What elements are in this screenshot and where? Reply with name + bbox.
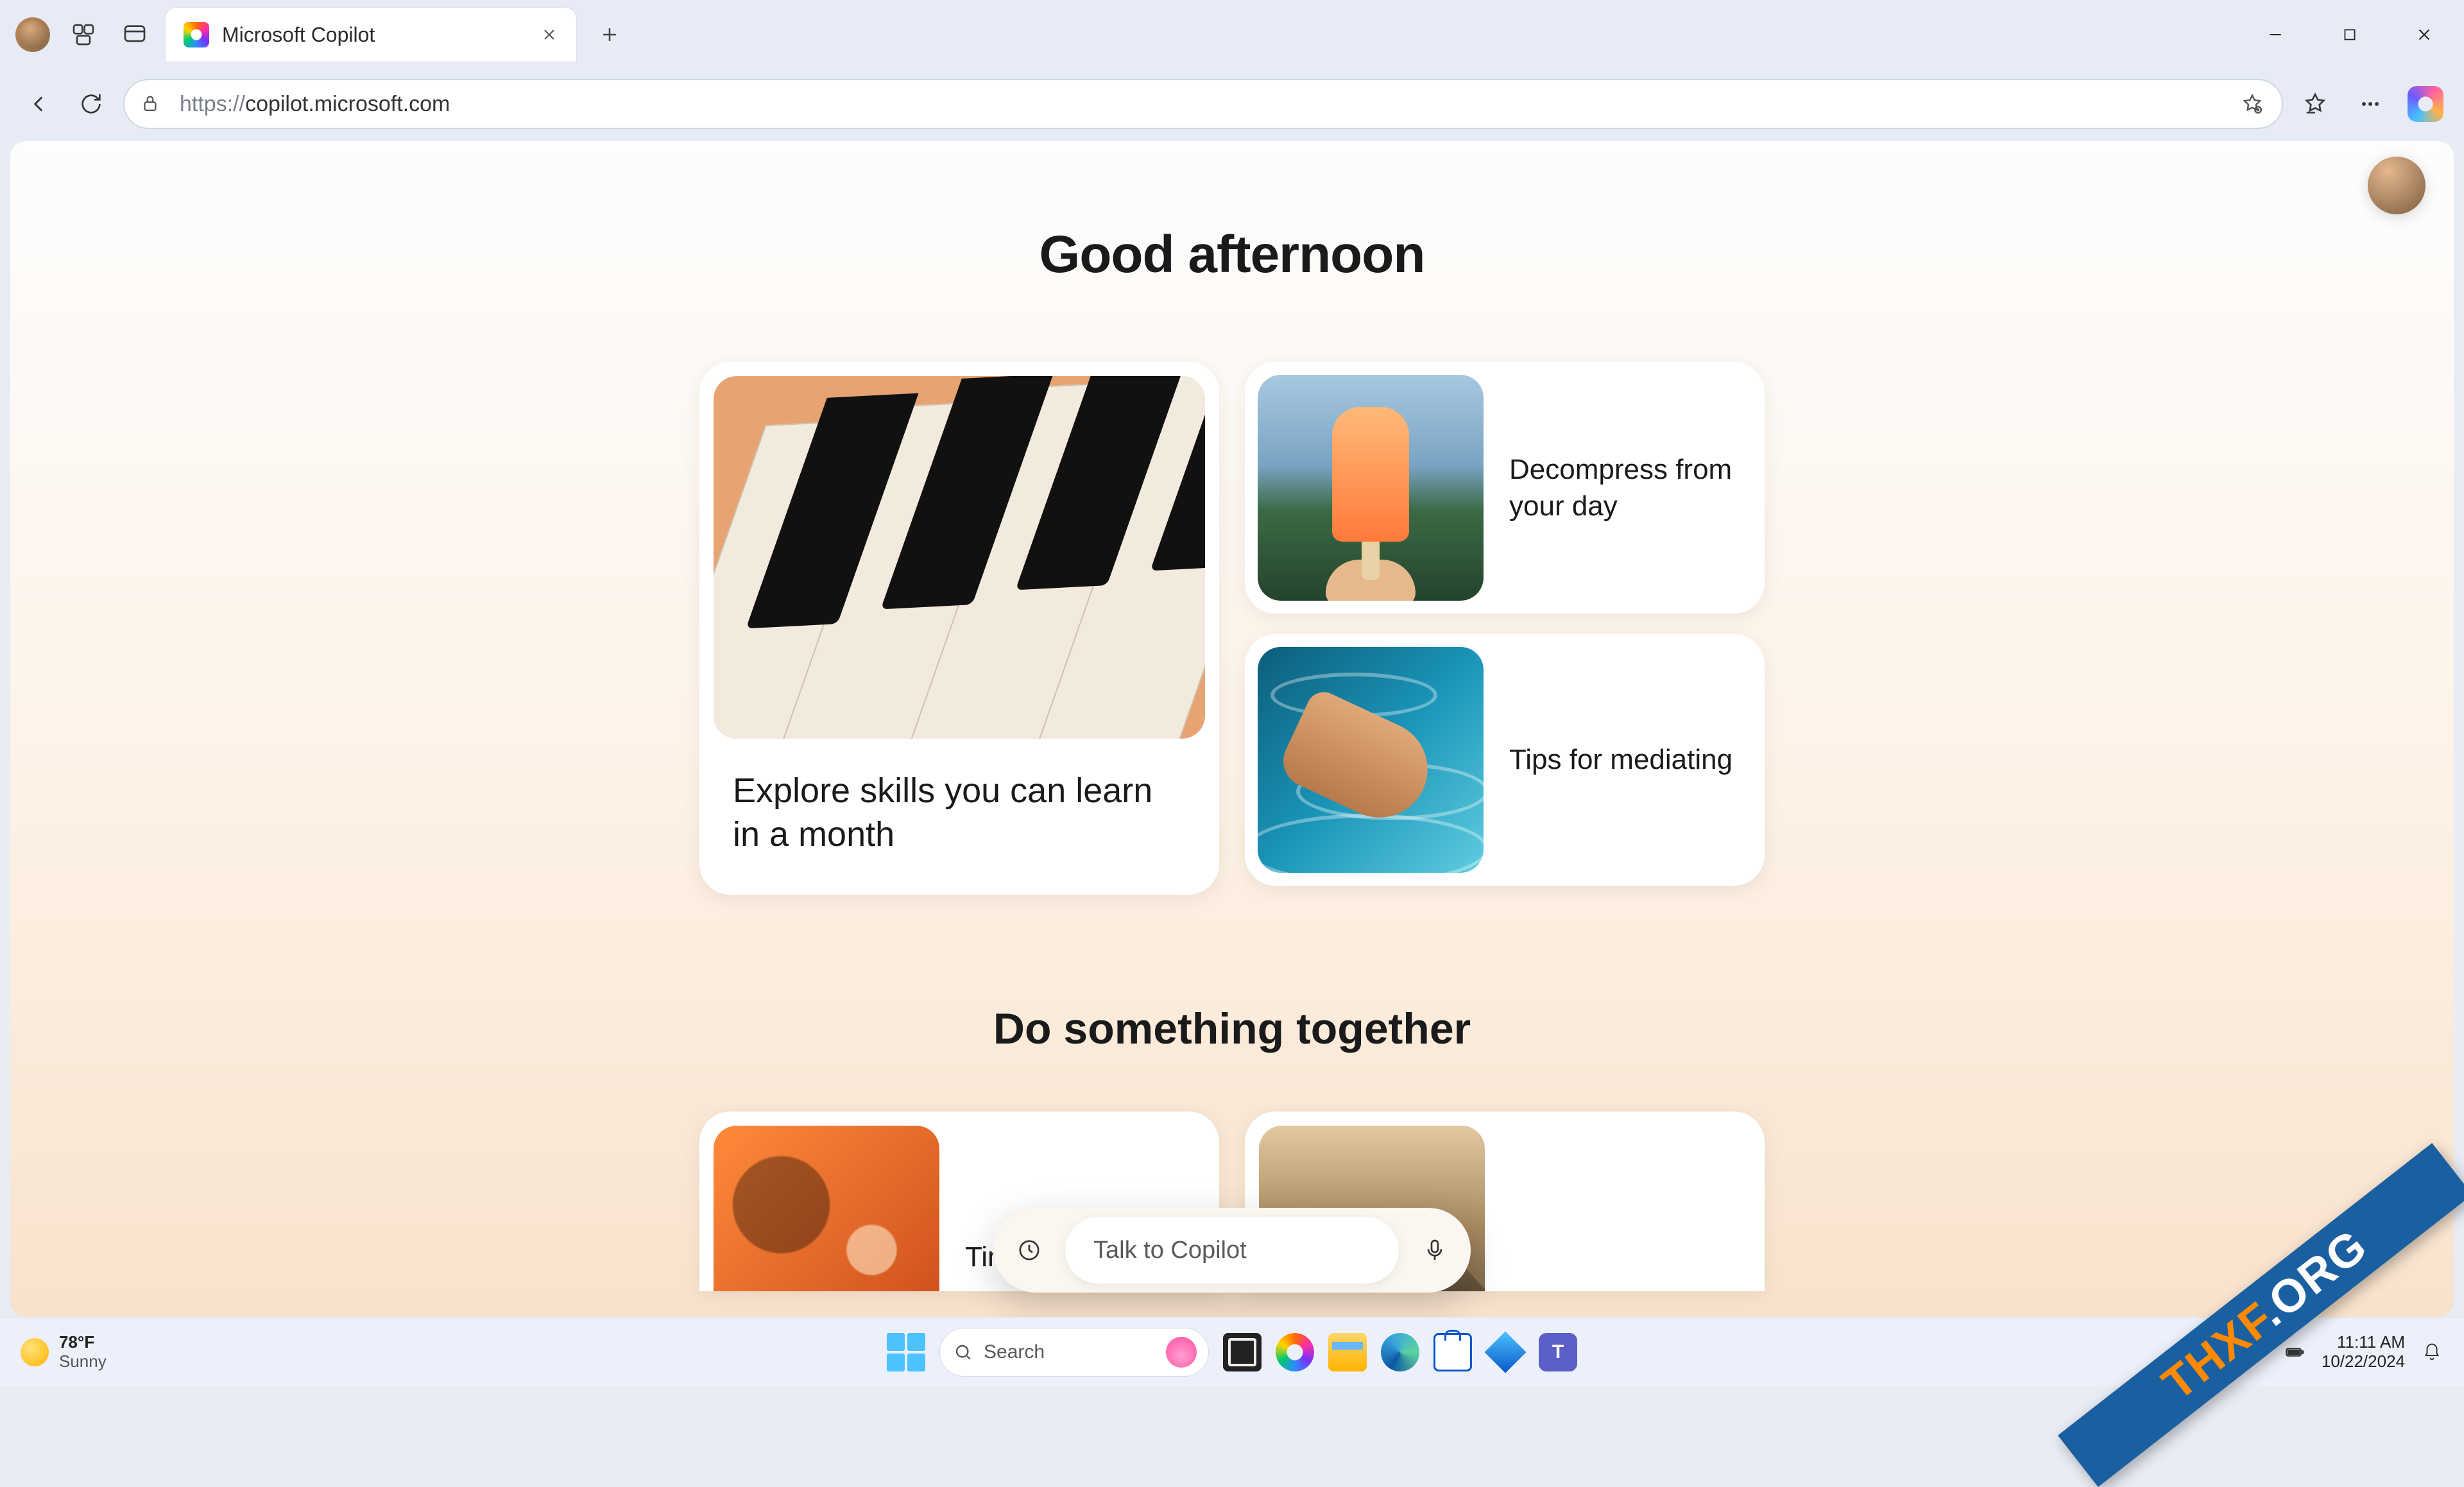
weather-widget[interactable]: 78°F Sunny	[0, 1333, 107, 1371]
chat-bar: Talk to Copilot	[993, 1208, 1471, 1293]
browser-chrome: Microsoft Copilot	[0, 0, 2464, 139]
greeting-heading: Good afternoon	[10, 225, 2454, 285]
chat-mic-button[interactable]	[1410, 1226, 1459, 1275]
card-learn-skills-text: Explore skills you can learn in a month	[714, 739, 1205, 881]
taskbar-center: Search	[887, 1328, 1577, 1377]
copilot-icon	[2408, 86, 2443, 122]
profile-avatar-button[interactable]	[15, 17, 50, 52]
taskbar-store-button[interactable]	[1433, 1333, 1472, 1371]
url-text: https://copilot.microsoft.com	[180, 92, 2223, 117]
card-mediating-text: Tips for mediating	[1509, 741, 1733, 778]
tab-close-button[interactable]	[538, 23, 561, 46]
search-highlight-icon	[1166, 1337, 1197, 1368]
copilot-sidebar-button[interactable]	[2405, 83, 2446, 125]
tray-date-text: 10/22/2024	[2322, 1352, 2405, 1371]
account-avatar-button[interactable]	[2368, 157, 2426, 214]
weather-temp: 78°F	[59, 1333, 107, 1352]
window-minimize-button[interactable]	[2243, 15, 2307, 54]
chat-input[interactable]: Talk to Copilot	[1065, 1217, 1399, 1284]
toolbar: https://copilot.microsoft.com	[0, 69, 2464, 139]
taskbar: 78°F Sunny Search	[0, 1317, 2464, 1386]
site-info-button[interactable]	[133, 87, 167, 121]
chat-input-placeholder: Talk to Copilot	[1093, 1237, 1247, 1264]
window-close-button[interactable]	[2392, 15, 2456, 54]
tray-battery-icon[interactable]	[2280, 1338, 2309, 1366]
tray-time-text: 11:11 AM	[2337, 1333, 2405, 1352]
workspaces-button[interactable]	[65, 17, 101, 53]
titlebar: Microsoft Copilot	[0, 0, 2464, 69]
taskbar-edge-button[interactable]	[1381, 1333, 1419, 1371]
section-together-heading: Do something together	[10, 1004, 2454, 1054]
address-bar[interactable]: https://copilot.microsoft.com	[123, 79, 2283, 129]
settings-more-button[interactable]	[2350, 83, 2391, 125]
tab-active[interactable]: Microsoft Copilot	[166, 8, 576, 62]
copilot-favicon-icon	[184, 22, 209, 47]
titlebar-left	[8, 17, 153, 53]
taskbar-teams-button[interactable]	[1539, 1333, 1577, 1371]
window-controls	[2243, 15, 2456, 54]
card-image-piano	[714, 376, 1205, 739]
search-icon	[953, 1342, 973, 1362]
toolbar-right	[2295, 83, 2446, 125]
nav-refresh-button[interactable]	[71, 83, 112, 125]
window-maximize-button[interactable]	[2318, 15, 2382, 54]
taskbar-search[interactable]: Search	[939, 1328, 1209, 1377]
collections-button[interactable]	[2236, 87, 2269, 121]
card-mediating[interactable]: Tips for mediating	[1245, 634, 1765, 886]
card-image-athlete	[714, 1126, 939, 1291]
card-image-water-hand	[1258, 647, 1484, 873]
url-host: copilot.microsoft.com	[245, 92, 450, 116]
card-image-popsicle	[1258, 375, 1484, 601]
start-button[interactable]	[887, 1333, 925, 1371]
tab-strip: Microsoft Copilot	[166, 8, 628, 62]
tab-actions-button[interactable]	[117, 17, 153, 53]
tray-clock[interactable]: 11:11 AM 10/22/2024	[2322, 1333, 2405, 1371]
chat-history-button[interactable]	[1005, 1226, 1054, 1275]
suggestion-cards-row: Explore skills you can learn in a month …	[10, 362, 2454, 895]
favorites-button[interactable]	[2295, 83, 2336, 125]
weather-sun-icon	[21, 1338, 49, 1366]
taskbar-search-placeholder: Search	[984, 1341, 1156, 1363]
cards-right-column: Decompress from your day Tips for mediat…	[1245, 362, 1765, 895]
taskbar-copilot-button[interactable]	[1276, 1333, 1314, 1371]
url-protocol: https://	[180, 92, 245, 116]
taskbar-app-diamond-button[interactable]	[1486, 1333, 1525, 1371]
tray-notifications-button[interactable]	[2418, 1338, 2446, 1366]
weather-condition: Sunny	[59, 1352, 107, 1371]
page-content: Good afternoon Explore skills you can le…	[10, 141, 2454, 1317]
tab-title: Microsoft Copilot	[222, 23, 525, 47]
taskbar-file-explorer-button[interactable]	[1328, 1333, 1367, 1371]
nav-back-button[interactable]	[18, 83, 59, 125]
card-decompress[interactable]: Decompress from your day	[1245, 362, 1765, 614]
task-view-button[interactable]	[1223, 1333, 1262, 1371]
card-decompress-text: Decompress from your day	[1509, 451, 1739, 524]
new-tab-button[interactable]	[592, 17, 628, 53]
card-learn-skills[interactable]: Explore skills you can learn in a month	[699, 362, 1219, 895]
